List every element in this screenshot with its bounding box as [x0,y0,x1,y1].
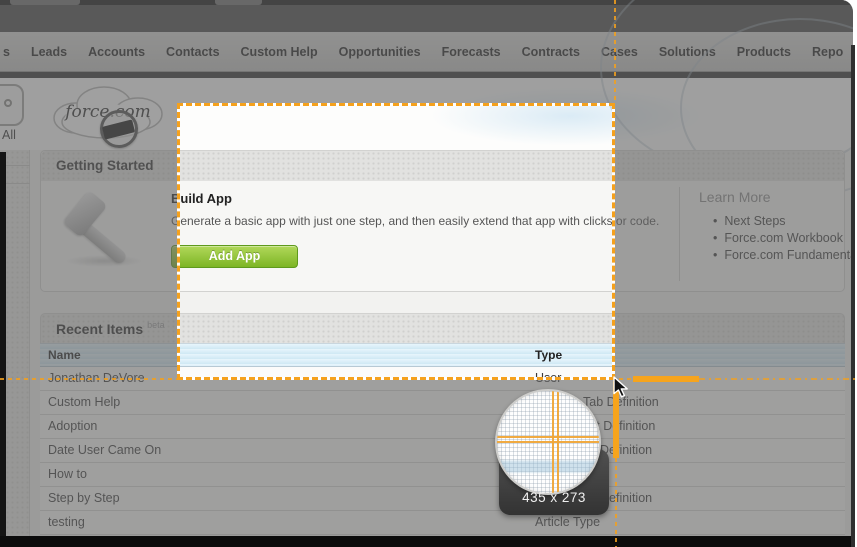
nav-tab-accounts[interactable]: Accounts [88,45,145,59]
logo-stamp-icon [100,110,138,148]
row-name-link[interactable]: Date User Came On [48,439,161,462]
screen: { "nav": { "items": ["s", "Leads", "Acco… [0,0,857,547]
guide-line-vertical-top [614,0,616,103]
panel-divider [679,187,680,281]
row-name-link[interactable]: testing [48,511,85,534]
nav-tab-leads[interactable]: Leads [31,45,67,59]
build-app-hammer-icon [59,191,154,269]
logo-stamp-bar [102,119,135,139]
recent-items-table: Jonathan DeVore User Custom Help Tab Def… [40,367,845,535]
guide-line-horizontal-left [0,378,177,380]
row-name-link[interactable]: Adoption [48,415,97,438]
table-row[interactable]: Step by Step Definition [40,487,845,511]
search-icon [4,99,12,107]
learn-more-link-next-steps[interactable]: Next Steps [699,213,853,230]
mouse-cursor-icon [612,376,632,400]
nav-tab-contracts[interactable]: Contracts [522,45,580,59]
loupe-crosshair-vertical [552,391,559,495]
nav-tab-forecasts[interactable]: Forecasts [442,45,501,59]
window-right-edge [851,45,855,547]
window-bottom-edge [0,536,853,547]
capture-size-label: 435 x 273 [499,490,609,505]
sidebar-search-box[interactable] [0,84,24,126]
recent-items-title: Recent Items [41,314,143,344]
table-row[interactable]: Adoption ct Definition [40,415,845,439]
row-name-link[interactable]: How to [48,463,87,486]
hammer-head [62,190,107,238]
nav-tab-contacts[interactable]: Contacts [166,45,219,59]
window-tab-notch [10,0,80,5]
nav-tab-partial[interactable]: s [3,45,10,59]
learn-more-heading: Learn More [699,189,853,205]
guide-line-horizontal-thick [633,376,699,382]
magnifier-loupe [495,389,601,495]
column-header-name[interactable]: Name [48,344,81,367]
beta-badge: beta [147,320,165,330]
table-row[interactable]: How to [40,463,845,487]
loupe-crosshair-horizontal [497,436,601,443]
capture-selection-rect[interactable] [177,103,615,380]
row-name-link[interactable]: Custom Help [48,391,120,414]
guide-line-horizontal-right [699,378,857,380]
sidebar-scope-all[interactable]: All [2,128,16,142]
learn-more-section: Learn More Next Steps Force.com Workbook… [699,189,853,264]
hammer-shadow [65,255,143,267]
table-row[interactable]: Date User Came On Definition [40,439,845,463]
learn-more-link-fundamentals[interactable]: Force.com Fundamenta [699,247,853,264]
window-left-edge [0,152,6,547]
window-tab-notch [215,0,262,5]
guide-line-vertical-bottom [615,458,617,547]
row-name-link[interactable]: Step by Step [48,487,120,510]
nav-tab-custom-help[interactable]: Custom Help [241,45,318,59]
table-row[interactable]: Custom Help Tab Definition [40,391,845,415]
browser-window: s Leads Accounts Contacts Custom Help Op… [0,0,853,547]
table-row[interactable]: testing Article Type [40,511,845,535]
learn-more-link-workbook[interactable]: Force.com Workbook [699,230,853,247]
nav-tab-opportunities[interactable]: Opportunities [339,45,421,59]
